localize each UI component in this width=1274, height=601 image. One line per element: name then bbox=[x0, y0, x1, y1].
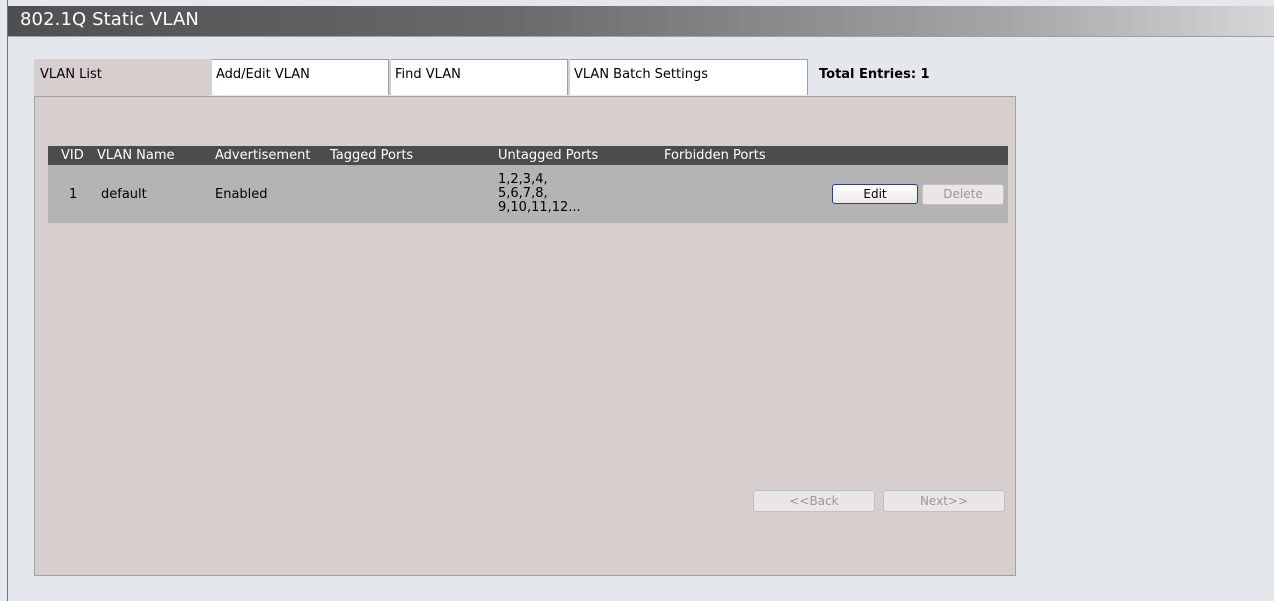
column-header-delete bbox=[922, 146, 1008, 165]
untagged-ports-line: 9,10,11,12... bbox=[498, 200, 581, 215]
column-header-vid: VID bbox=[61, 148, 84, 163]
table-row: 1 default Enabled 1,2,3,4, 5,6,7,8, 9,10… bbox=[48, 165, 1008, 223]
untagged-ports-line: 1,2,3,4, bbox=[498, 172, 548, 187]
cell-delete: Delete bbox=[922, 165, 1008, 223]
cell-advertisement: Enabled bbox=[215, 186, 268, 202]
column-header-vlan-name: VLAN Name bbox=[97, 148, 175, 163]
title-bar: 802.1Q Static VLAN bbox=[8, 6, 1274, 37]
tab-vlan-list[interactable]: VLAN List bbox=[34, 59, 210, 97]
table-header-row: VID VLAN Name Advertisement Tagged Ports… bbox=[48, 146, 1008, 165]
page-title: 802.1Q Static VLAN bbox=[20, 9, 199, 30]
column-header-untagged-ports: Untagged Ports bbox=[498, 148, 599, 163]
edit-button[interactable]: Edit bbox=[832, 184, 918, 204]
left-border bbox=[7, 0, 8, 601]
back-button[interactable]: <<Back bbox=[753, 490, 875, 512]
total-entries: Total Entries: 1 bbox=[819, 67, 930, 82]
untagged-ports-line: 5,6,7,8, bbox=[498, 186, 548, 201]
delete-button[interactable]: Delete bbox=[922, 183, 1004, 205]
cell-vid: 1 bbox=[69, 186, 78, 202]
tab-add-edit-vlan[interactable]: Add/Edit VLAN bbox=[210, 59, 389, 95]
column-header-edit bbox=[832, 146, 922, 165]
tab-vlan-batch-settings[interactable]: VLAN Batch Settings bbox=[568, 59, 808, 95]
tab-divider bbox=[568, 59, 570, 95]
tab-divider bbox=[389, 59, 391, 95]
cell-untagged-ports: 1,2,3,4, 5,6,7,8, 9,10,11,12... bbox=[498, 165, 664, 223]
column-header-tagged-ports: Tagged Ports bbox=[330, 148, 414, 163]
cell-vlan-name: default bbox=[101, 186, 147, 202]
cell-edit: Edit bbox=[832, 165, 922, 223]
tab-find-vlan[interactable]: Find VLAN bbox=[389, 59, 568, 95]
page: 802.1Q Static VLAN VLAN List Add/Edit VL… bbox=[0, 0, 1274, 601]
cell-forbidden-ports bbox=[664, 165, 832, 223]
cell-tagged-ports bbox=[330, 165, 498, 223]
column-header-forbidden-ports: Forbidden Ports bbox=[664, 148, 766, 163]
next-button[interactable]: Next>> bbox=[883, 490, 1005, 512]
vlan-table: VID VLAN Name Advertisement Tagged Ports… bbox=[48, 146, 1008, 223]
column-header-advertisement: Advertisement bbox=[215, 148, 311, 163]
tab-divider bbox=[210, 59, 212, 95]
